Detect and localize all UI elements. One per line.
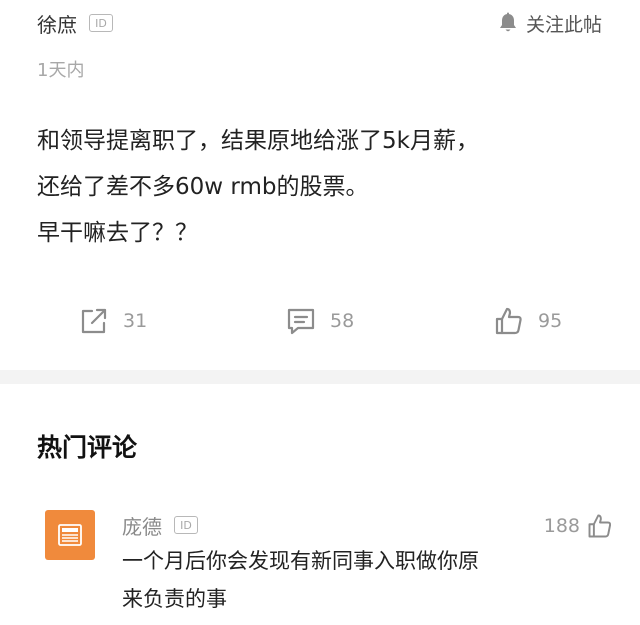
- post-content-line: 早干嘛去了？？: [37, 220, 198, 246]
- follow-button[interactable]: 关注此帖: [498, 8, 602, 38]
- section-divider: [0, 370, 640, 384]
- post-content: 和领导提离职了，结果原地给涨了5k月薪， 还给了差不多60w rmb的股票。 早…: [37, 118, 617, 256]
- comment-text-line: 一个月后你会发现有新同事入职做你原: [122, 549, 479, 573]
- post-author-name[interactable]: 徐庶: [37, 9, 77, 38]
- comment-like-count: 188: [543, 515, 580, 537]
- comment-text-line: 来负责的事: [122, 587, 227, 611]
- thumbs-up-icon: [588, 514, 612, 538]
- id-badge-icon: ID: [174, 516, 198, 534]
- comment-like-button[interactable]: 188: [544, 510, 614, 542]
- hot-comments-title: 热门评论: [37, 433, 138, 462]
- like-count: 95: [538, 310, 563, 332]
- comment-item[interactable]: 庞德 ID 188 一个月后你会发现有新同事入职做你原 来负责的事: [0, 500, 640, 625]
- share-icon: [81, 308, 107, 334]
- thumbs-up-icon: [495, 307, 522, 335]
- post-author-row: 徐庶 ID: [37, 8, 113, 38]
- avatar[interactable]: [45, 510, 95, 560]
- bell-icon: [499, 12, 516, 32]
- post-actions: 31 58 95: [0, 300, 640, 342]
- post-content-line: 和领导提离职了，结果原地给涨了5k月薪，: [37, 128, 479, 154]
- share-count: 31: [123, 310, 148, 332]
- share-button[interactable]: 31: [78, 300, 147, 342]
- comment-icon: [287, 308, 315, 335]
- follow-label: 关注此帖: [525, 13, 602, 36]
- like-button[interactable]: 95: [493, 300, 562, 342]
- comment-text: 一个月后你会发现有新同事入职做你原 来负责的事: [122, 542, 552, 618]
- id-badge-icon: ID: [89, 14, 113, 32]
- comment-count: 58: [330, 310, 355, 332]
- comment-author-row: 庞德 ID: [122, 510, 198, 540]
- comment-button[interactable]: 58: [285, 300, 354, 342]
- comment-author-name[interactable]: 庞德: [122, 511, 162, 540]
- post-time: 1天内: [37, 60, 85, 81]
- post-card: 徐庶 ID 关注此帖 1天内 和领导提离职了，结果原地给涨了5k月薪， 还给了差…: [0, 0, 640, 370]
- news-icon: [58, 524, 82, 546]
- post-content-line: 还给了差不多60w rmb的股票。: [37, 174, 369, 200]
